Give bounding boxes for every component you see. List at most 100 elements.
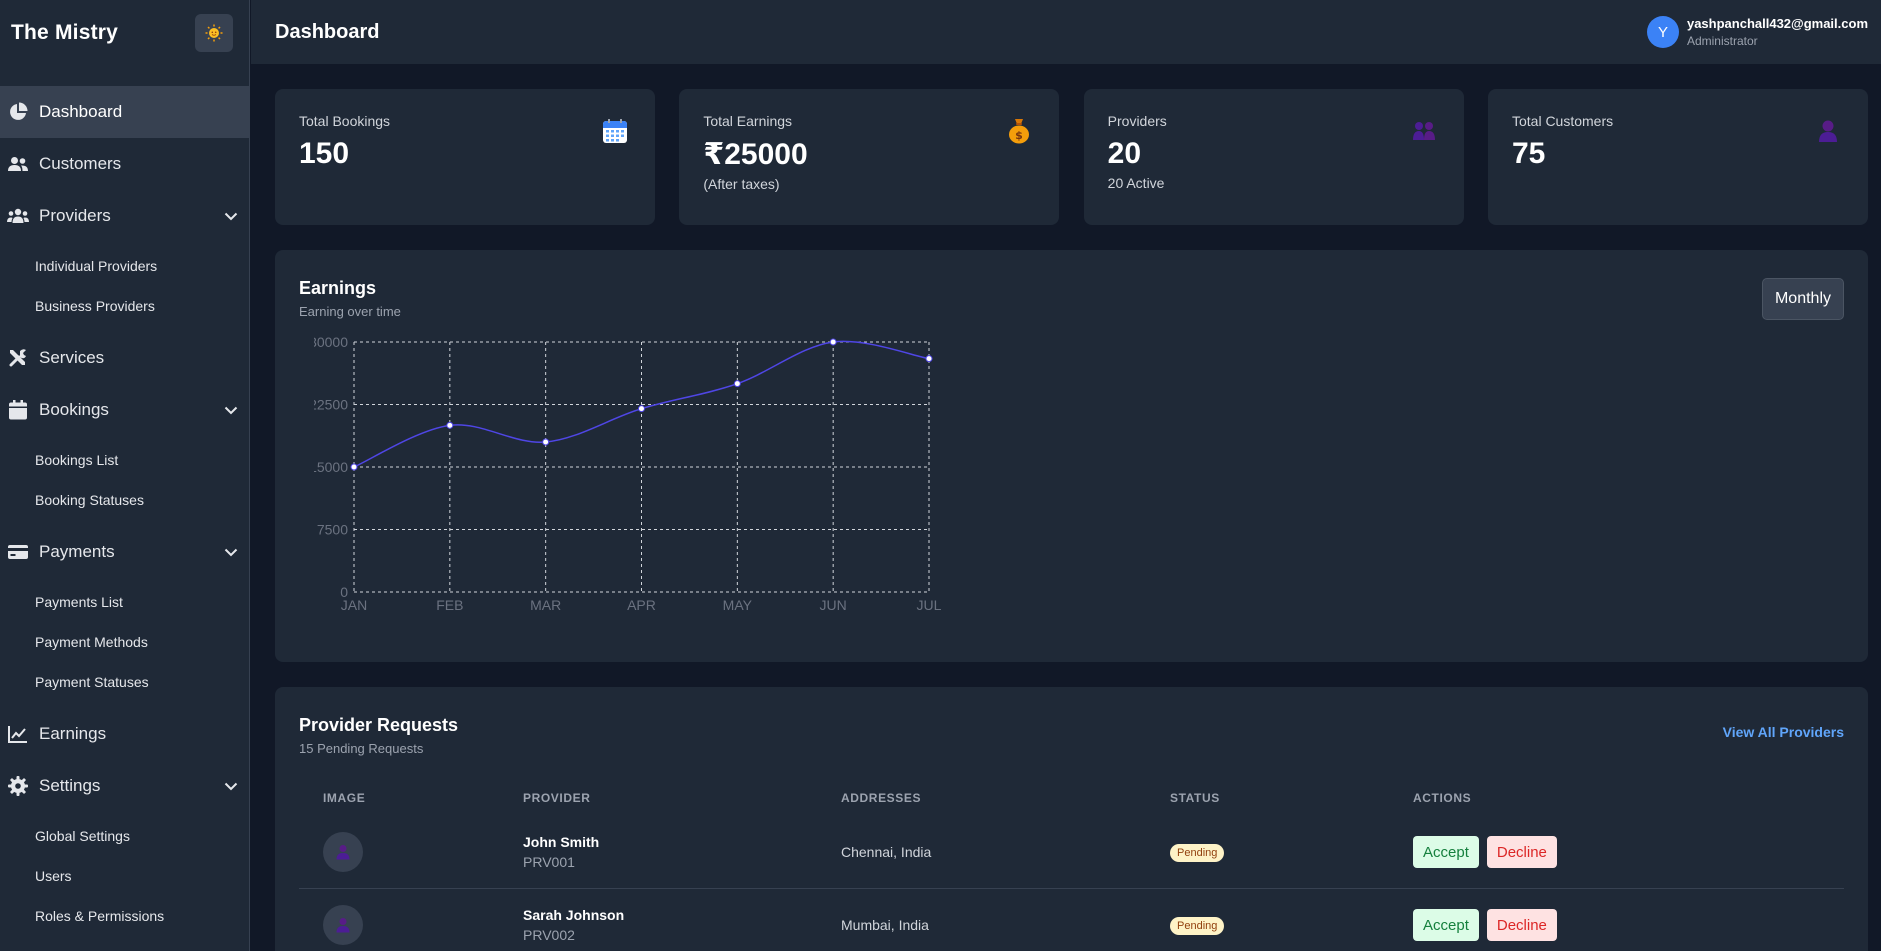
providers-submenu: Individual Providers Business Providers [0, 242, 249, 332]
status-badge: Pending [1170, 916, 1225, 935]
stat-subtext: (After taxes) [703, 176, 780, 192]
provider-requests-panel: Provider Requests 15 Pending Requests Vi… [275, 687, 1868, 951]
money-bag-icon: $ [1005, 117, 1033, 145]
table-row: Sarah Johnson PRV002 Mumbai, India Pendi… [299, 889, 1844, 951]
provider-id: PRV001 [523, 854, 575, 870]
sidebar-subitem-roles-permissions[interactable]: Roles & Permissions [0, 896, 249, 936]
stat-label: Total Customers [1511, 113, 1614, 129]
data-point [829, 338, 837, 346]
user-group-icon [7, 205, 29, 227]
requests-subtitle: 15 Pending Requests [299, 741, 424, 756]
sidebar-subitem-payment-statuses[interactable]: Payment Statuses [0, 662, 249, 702]
sidebar-item-label: Providers [39, 206, 111, 225]
payments-submenu: Payments List Payment Methods Payment St… [0, 578, 249, 708]
theme-toggle-button[interactable] [195, 14, 233, 52]
x-tick-label: JUL [917, 597, 942, 613]
sidebar-subitem-payment-methods[interactable]: Payment Methods [0, 622, 249, 662]
stat-subtext: 20 Active [1107, 175, 1165, 191]
sidebar-item-earnings[interactable]: Earnings [0, 708, 249, 760]
sidebar-subitem-booking-statuses[interactable]: Booking Statuses [0, 480, 249, 520]
stat-label: Total Bookings [299, 113, 391, 129]
x-tick-label: JUN [820, 597, 847, 613]
column-header-status: STATUS [1170, 791, 1220, 805]
status-badge: Pending [1170, 843, 1225, 862]
stat-cards: Total Bookings 150 Total Earnings ₹25000… [275, 89, 1868, 225]
user-role: Administrator [1686, 34, 1758, 48]
accept-button[interactable]: Accept [1413, 836, 1479, 868]
data-point [733, 380, 741, 388]
chevron-down-icon[interactable] [223, 208, 239, 224]
customer-icon [1814, 117, 1842, 145]
x-tick-label: MAR [530, 597, 561, 613]
brand-name: The Mistry [11, 21, 119, 44]
sidebar-item-label: Services [39, 348, 105, 367]
sidebar-subitem-business-providers[interactable]: Business Providers [0, 286, 249, 326]
sidebar-subitem-payments-list[interactable]: Payments List [0, 582, 249, 622]
provider-address: Chennai, India [841, 844, 932, 860]
sidebar-item-label: Earnings [39, 724, 107, 743]
provider-name: Sarah Johnson [523, 907, 625, 923]
view-all-providers-link[interactable]: View All Providers [1723, 724, 1844, 740]
data-point [542, 438, 550, 446]
accept-button[interactable]: Accept [1413, 909, 1479, 941]
x-tick-label: JAN [341, 597, 367, 613]
stat-card-customers: Total Customers 75 [1487, 89, 1868, 225]
column-header-actions: ACTIONS [1413, 791, 1472, 805]
provider-requests-table: IMAGE PROVIDER ADDRESSES STATUS ACTIONS … [299, 780, 1844, 951]
calendar-icon [7, 399, 29, 421]
chevron-down-icon[interactable] [223, 778, 239, 794]
sidebar-subitem-users[interactable]: Users [0, 856, 249, 896]
sun-icon [205, 24, 223, 42]
column-header-addresses: ADDRESSES [841, 791, 922, 805]
provider-avatar-icon [323, 905, 363, 945]
avatar[interactable]: Y [1646, 16, 1679, 48]
column-header-image: IMAGE [323, 791, 366, 805]
line-chart-icon [7, 723, 29, 745]
earnings-line-chart: 07500150002250030000JANFEBMARAPRMAYJUNJU… [314, 334, 942, 613]
decline-button[interactable]: Decline [1486, 836, 1557, 868]
stat-card-bookings: Total Bookings 150 [275, 89, 655, 225]
sidebar-item-label: Bookings [39, 400, 109, 419]
tools-icon [7, 347, 29, 369]
sidebar-subitem-bookings-list[interactable]: Bookings List [0, 440, 249, 480]
chevron-down-icon[interactable] [223, 544, 239, 560]
sidebar-nav: Dashboard Customers Providers Individual… [0, 86, 249, 942]
table-header: IMAGE PROVIDER ADDRESSES STATUS ACTIONS [299, 780, 1844, 816]
sidebar-item-label: Settings [39, 776, 101, 795]
sidebar-item-bookings[interactable]: Bookings [0, 384, 249, 436]
sidebar-item-settings[interactable]: Settings [0, 760, 249, 812]
sidebar-item-payments[interactable]: Payments [0, 526, 249, 578]
providers-icon [1410, 117, 1438, 145]
chevron-down-icon[interactable] [223, 402, 239, 418]
page-title: Dashboard [275, 20, 380, 43]
sidebar-item-label: Dashboard [39, 102, 123, 121]
y-tick-label: 30000 [314, 334, 348, 350]
earnings-panel: Earnings Earning over time Monthly 0 7500… [275, 250, 1868, 662]
user-email: yashpanchall432@gmail.com [1686, 16, 1868, 31]
sidebar-item-dashboard[interactable]: Dashboard [0, 86, 249, 138]
sidebar-item-providers[interactable]: Providers [0, 190, 249, 242]
y-tick-label: 15000 [314, 459, 348, 475]
data-point [925, 355, 933, 363]
stat-value: 75 [1511, 137, 1546, 170]
sidebar-subitem-global-settings[interactable]: Global Settings [0, 816, 249, 856]
data-point [638, 405, 645, 413]
stat-value: ₹25000 [703, 138, 808, 171]
stat-value: 20 [1107, 137, 1142, 170]
users-icon [7, 153, 29, 175]
user-menu[interactable]: Y yashpanchall432@gmail.com Administrato… [1646, 16, 1868, 48]
sidebar-item-label: Customers [39, 154, 122, 173]
decline-button[interactable]: Decline [1486, 909, 1557, 941]
earnings-title: Earnings [299, 278, 377, 298]
provider-id: PRV002 [523, 927, 575, 943]
sidebar-subitem-individual-providers[interactable]: Individual Providers [0, 246, 249, 286]
settings-submenu: Global Settings Users Roles & Permission… [0, 812, 249, 942]
stat-card-earnings: Total Earnings ₹25000 (After taxes) $ [679, 89, 1060, 225]
sidebar-item-customers[interactable]: Customers [0, 138, 249, 190]
data-point [350, 463, 358, 471]
sidebar-item-services[interactable]: Services [0, 332, 249, 384]
pie-chart-icon [7, 101, 29, 123]
provider-avatar-icon [323, 832, 363, 872]
period-select[interactable]: Monthly [1761, 278, 1844, 320]
x-tick-label: MAY [723, 597, 753, 613]
